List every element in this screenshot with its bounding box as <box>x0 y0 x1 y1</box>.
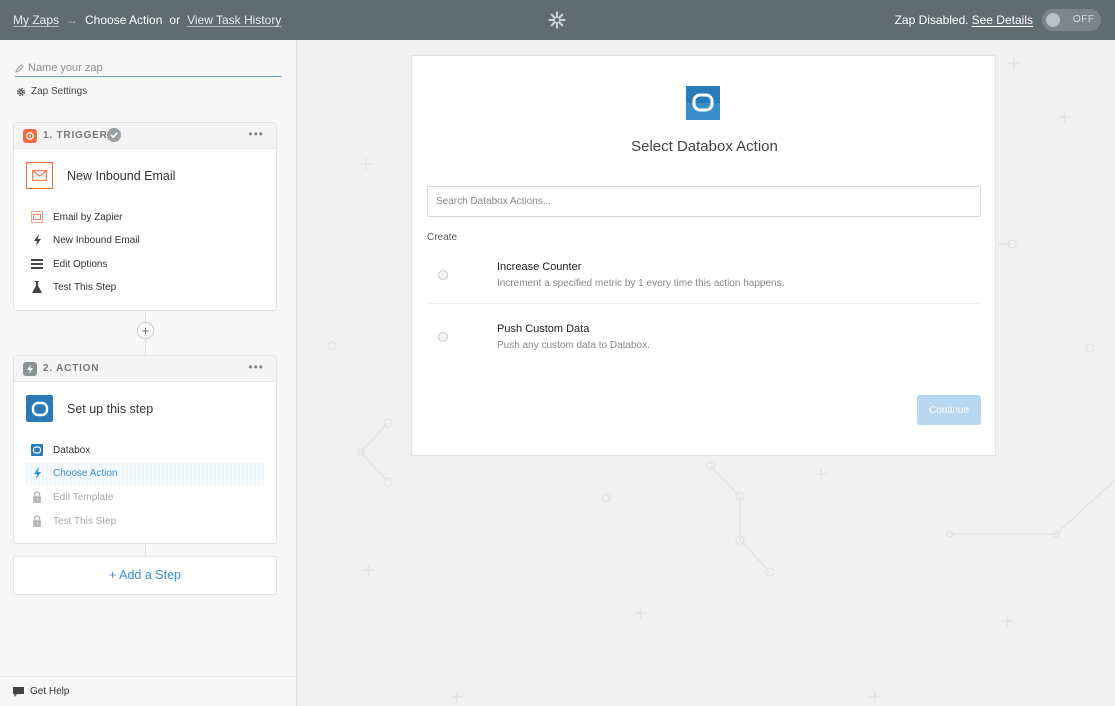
radio-button[interactable] <box>438 332 448 342</box>
sidebar-item-edit-template: Edit Template <box>31 491 113 503</box>
trigger-step-label: New Inbound Email <box>67 168 176 183</box>
sidebar-item-label: Test This Step <box>53 281 117 293</box>
action-option-push-custom-data[interactable]: Push Custom Data Push any custom data to… <box>427 321 981 371</box>
sidebar-item-choose-action[interactable]: Choose Action <box>31 467 118 479</box>
action-title: 2. ACTION <box>43 363 100 374</box>
option-name: Increase Counter <box>497 261 582 273</box>
email-app-icon <box>31 211 43 223</box>
trigger-badge-icon <box>23 129 37 143</box>
zap-status: Zap Disabled. See Details <box>895 13 1033 27</box>
add-step-button[interactable]: + Add a Step <box>13 556 277 595</box>
toggle-label: OFF <box>1073 14 1095 25</box>
step-connector <box>145 544 146 556</box>
check-icon <box>107 128 121 142</box>
sidebar-item-label: Email by Zapier <box>53 211 123 223</box>
select-action-panel: Select Databox Action Create Increase Co… <box>411 55 996 456</box>
databox-icon <box>26 395 53 422</box>
action-card-header[interactable]: 2. ACTION ••• <box>14 356 276 382</box>
gear-icon <box>16 87 26 96</box>
pencil-icon <box>15 63 24 73</box>
option-description: Increment a specified metric by 1 every … <box>497 278 785 289</box>
action-option-increase-counter[interactable]: Increase Counter Increment a specified m… <box>427 259 981 309</box>
sidebar: Zap Settings 1. TRIGGER ••• New Inbound … <box>0 40 297 706</box>
sidebar-item-email-by-zapier[interactable]: Email by Zapier <box>31 211 122 223</box>
sidebar-item-trigger-event[interactable]: New Inbound Email <box>31 234 140 246</box>
option-divider <box>427 303 981 304</box>
list-icon <box>31 258 43 270</box>
trigger-menu-icon[interactable]: ••• <box>248 127 264 141</box>
panel-title: Select Databox Action <box>631 138 778 155</box>
sidebar-item-test-action: Test This Step <box>31 515 116 527</box>
databox-app-icon <box>31 444 43 456</box>
trigger-card-header[interactable]: 1. TRIGGER ••• <box>14 123 276 149</box>
option-description: Push any custom data to Databox. <box>497 340 650 351</box>
trigger-title: 1. TRIGGER <box>43 130 108 141</box>
bolt-icon <box>31 234 43 246</box>
current-page: Choose Action <box>85 13 163 27</box>
task-history-link[interactable]: View Task History <box>187 13 281 27</box>
see-details-link[interactable]: See Details <box>972 13 1033 27</box>
action-badge-icon <box>23 362 37 376</box>
email-icon <box>26 162 53 189</box>
breadcrumb: My Zaps → Choose Action or View Task His… <box>13 13 281 27</box>
my-zaps-link[interactable]: My Zaps <box>13 13 59 27</box>
breadcrumb-or: or <box>169 13 181 27</box>
zap-settings-label: Zap Settings <box>31 86 88 97</box>
breadcrumb-arrow: → <box>66 13 79 27</box>
sidebar-item-label: Edit Template <box>53 491 114 503</box>
sidebar-item-label: Edit Options <box>53 258 108 270</box>
zap-toggle[interactable]: OFF <box>1042 9 1101 31</box>
action-card: 2. ACTION ••• Set up this step Databox C… <box>13 355 277 544</box>
zap-status-text: Zap Disabled. <box>894 13 969 27</box>
sidebar-item-label: Test This Step <box>53 515 117 527</box>
top-bar: My Zaps → Choose Action or View Task His… <box>0 0 1115 40</box>
sidebar-item-databox[interactable]: Databox <box>31 444 90 456</box>
bolt-icon <box>31 467 43 479</box>
radio-button[interactable] <box>438 270 448 280</box>
get-help-link[interactable]: Get Help <box>0 676 297 706</box>
sidebar-item-label: Choose Action <box>53 467 118 479</box>
toggle-knob <box>1046 13 1060 27</box>
zap-settings-link[interactable]: Zap Settings <box>16 86 87 97</box>
lock-icon <box>31 515 43 527</box>
sidebar-item-edit-options[interactable]: Edit Options <box>31 258 107 270</box>
action-step-head[interactable]: Set up this step <box>26 395 153 422</box>
section-label: Create <box>427 232 458 243</box>
lock-icon <box>31 491 43 503</box>
chat-icon <box>13 686 24 697</box>
insert-step-button[interactable]: + <box>137 322 154 339</box>
trigger-step-head[interactable]: New Inbound Email <box>26 162 175 189</box>
search-input[interactable] <box>427 186 981 217</box>
flask-icon <box>31 281 43 293</box>
databox-logo-icon <box>686 86 720 120</box>
zapier-logo-icon <box>548 11 566 29</box>
sidebar-item-label: Databox <box>53 444 91 456</box>
zap-name-input[interactable] <box>28 62 268 74</box>
action-step-label: Set up this step <box>67 401 154 416</box>
sidebar-item-label: New Inbound Email <box>53 234 140 246</box>
sidebar-item-test-step[interactable]: Test This Step <box>31 281 116 293</box>
trigger-card: 1. TRIGGER ••• New Inbound Email Email b… <box>13 122 277 311</box>
continue-button[interactable]: Continue <box>917 395 981 425</box>
option-name: Push Custom Data <box>497 323 590 335</box>
get-help-label: Get Help <box>30 686 70 697</box>
zap-name-field <box>15 60 282 77</box>
action-menu-icon[interactable]: ••• <box>248 360 264 374</box>
main-area: Select Databox Action Create Increase Co… <box>298 40 1115 706</box>
